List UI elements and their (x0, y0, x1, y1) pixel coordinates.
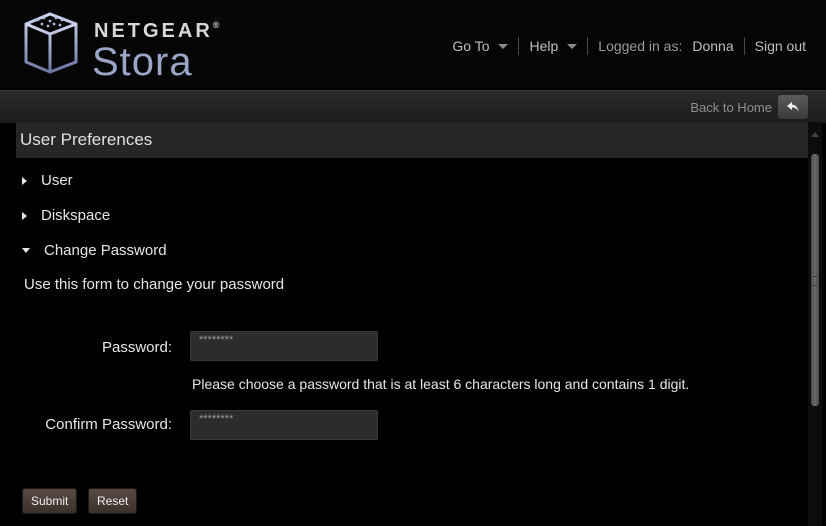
submit-button[interactable]: Submit (22, 488, 78, 514)
chevron-down-icon (498, 43, 509, 49)
chevron-down-icon (567, 43, 578, 49)
section-user-label: User (41, 172, 73, 189)
username: Donna (692, 38, 734, 54)
password-hint: Please choose a password that is at leas… (192, 376, 690, 392)
back-to-home-label: Back to Home (690, 99, 772, 115)
expand-arrow-icon (22, 211, 27, 220)
header: NETGEAR® Stora Go To Help Logged in as: … (0, 0, 826, 88)
goto-menu[interactable]: Go To (442, 38, 518, 54)
help-label: Help (529, 38, 559, 54)
expand-arrow-icon (22, 176, 27, 185)
scroll-up-icon[interactable] (811, 132, 819, 137)
logged-in-label: Logged in as: (598, 38, 683, 54)
back-bar: Back to Home (0, 90, 826, 123)
section-user[interactable]: User (22, 172, 73, 189)
scrollbar-thumb[interactable] (811, 154, 819, 406)
form-description: Use this form to change your password (24, 276, 285, 293)
netgear-stora-logo[interactable]: NETGEAR® Stora (16, 10, 236, 86)
grip-icon (813, 276, 817, 286)
collapse-arrow-icon (22, 248, 30, 253)
page-title: User Preferences (20, 130, 153, 149)
back-arrow-button[interactable] (778, 95, 808, 119)
back-to-home-link[interactable]: Back to Home (690, 95, 808, 119)
help-menu[interactable]: Help (519, 38, 587, 54)
password-label: Password: (101, 339, 172, 356)
sign-out-link[interactable]: Sign out (745, 38, 816, 54)
top-nav: Go To Help Logged in as: Donna Sign out (442, 37, 816, 55)
stora-cube-icon (24, 12, 78, 74)
section-diskspace-label: Diskspace (41, 207, 111, 224)
confirm-password-field[interactable]: ******** (190, 410, 378, 440)
section-change-password[interactable]: Change Password (22, 242, 167, 259)
page-title-bar: User Preferences (16, 122, 808, 158)
goto-label: Go To (452, 38, 490, 54)
reset-button[interactable]: Reset (88, 488, 138, 514)
section-diskspace[interactable]: Diskspace (22, 207, 110, 224)
scrollbar[interactable] (808, 122, 822, 526)
stora-wordmark: Stora (92, 40, 193, 84)
back-arrow-icon (787, 102, 799, 112)
password-field[interactable]: ******** (190, 331, 378, 361)
confirm-password-label: Confirm Password: (45, 416, 172, 433)
section-change-password-label: Change Password (44, 242, 167, 259)
preferences-panel: User Diskspace Change Password Use this … (16, 158, 808, 526)
